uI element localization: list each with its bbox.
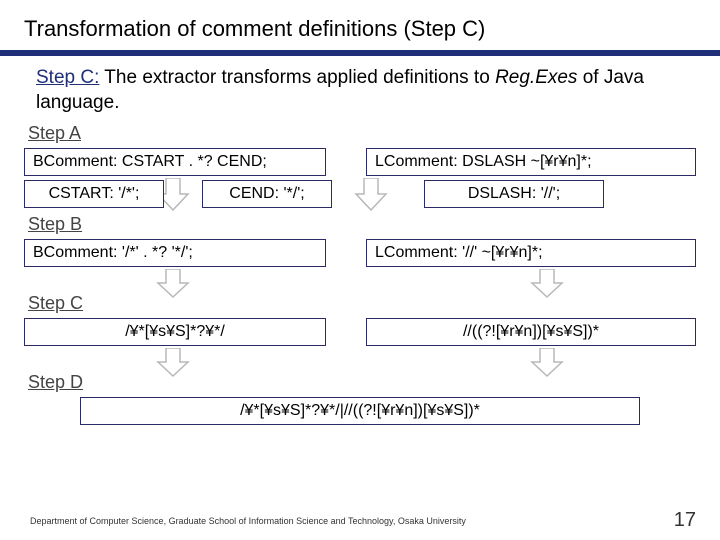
step-c-right: //((?![¥r¥n])[¥s¥S])* [366, 318, 696, 346]
step-c-row: /¥*[¥s¥S]*?¥*/ //((?![¥r¥n])[¥s¥S])* [24, 318, 696, 346]
page-title: Transformation of comment definitions (S… [24, 16, 696, 42]
step-c-left: /¥*[¥s¥S]*?¥*/ [24, 318, 326, 346]
title-underline [0, 50, 720, 56]
step-b-row: BComment: '/*' . *? '*/'; LComment: '//'… [24, 239, 696, 267]
step-a-label: Step A [28, 123, 696, 144]
step-b-label: Step B [28, 214, 696, 235]
subtitle-text-1: The extractor transforms applied definit… [99, 67, 495, 88]
step-a-dslash: DSLASH: '//'; [424, 180, 604, 208]
step-b-bcomment: BComment: '/*' . *? '*/'; [24, 239, 326, 267]
step-a-bcomment: BComment: CSTART . *? CEND; [24, 148, 326, 176]
subtitle-step-label: Step C: [36, 67, 99, 88]
subtitle: Step C: The extractor transforms applied… [24, 66, 696, 121]
slide: Transformation of comment definitions (S… [0, 0, 720, 540]
down-arrow-icon [154, 269, 192, 299]
step-a-row1: BComment: CSTART . *? CEND; LComment: DS… [24, 148, 696, 176]
page-number: 17 [674, 509, 696, 532]
step-b-lcomment: LComment: '//' ~[¥r¥n]*; [366, 239, 696, 267]
step-a-row2: CSTART: '/*'; CEND: '*/'; DSLASH: '//'; [24, 180, 696, 208]
arrow-row-bc [24, 269, 696, 297]
step-a-cstart: CSTART: '/*'; [24, 180, 164, 208]
down-arrow-icon [528, 348, 566, 378]
down-arrow-icon [528, 269, 566, 299]
step-d-row: /¥*[¥s¥S]*?¥*/|//((?![¥r¥n])[¥s¥S])* [24, 397, 696, 425]
step-d-combined: /¥*[¥s¥S]*?¥*/|//((?![¥r¥n])[¥s¥S])* [80, 397, 640, 425]
step-a-lcomment: LComment: DSLASH ~[¥r¥n]*; [366, 148, 696, 176]
down-arrow-icon [154, 348, 192, 378]
arrow-row-cd [24, 348, 696, 376]
step-a-cend: CEND: '*/'; [202, 180, 332, 208]
footer: Department of Computer Science, Graduate… [30, 509, 696, 532]
footer-text: Department of Computer Science, Graduate… [30, 516, 466, 526]
subtitle-regex: Reg.Exes [495, 67, 577, 88]
footer-left: Department of Computer Science, Graduate… [30, 516, 466, 526]
down-arrow-icon [352, 178, 390, 212]
